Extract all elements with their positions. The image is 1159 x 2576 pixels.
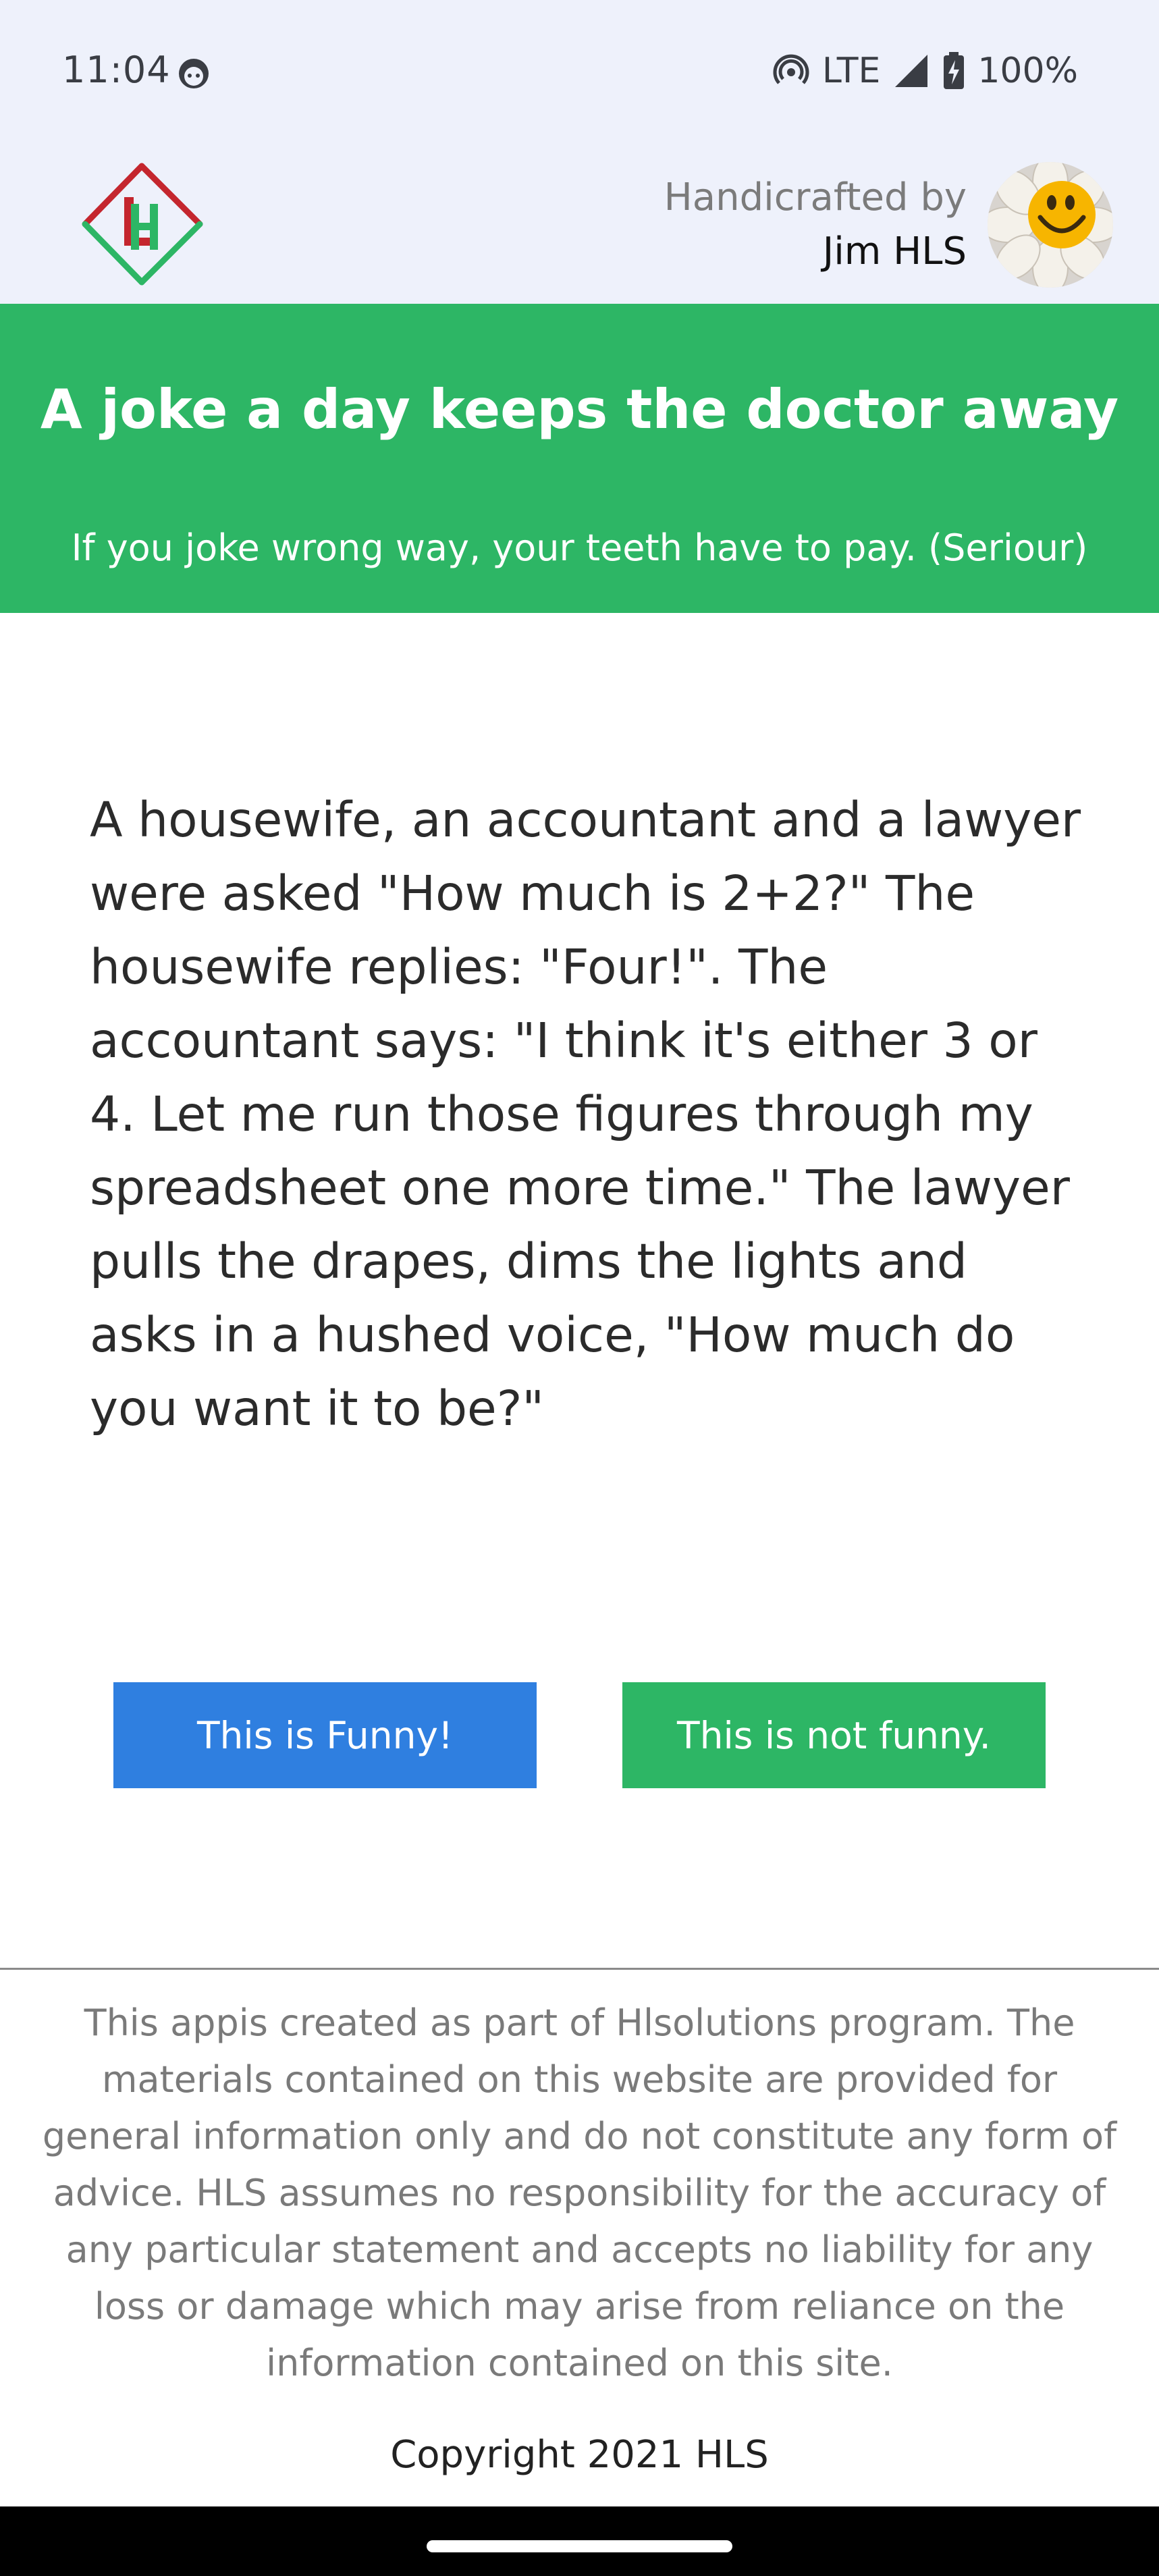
credit-label: Handicrafted by — [664, 176, 967, 219]
credit: Handicrafted by Jim HLS — [664, 171, 967, 279]
copyright: Copyright 2021 HLS — [390, 2433, 769, 2477]
hl-logo-icon[interactable] — [80, 162, 205, 287]
battery-charging-icon — [944, 52, 965, 89]
joke-text: A housewife, an accountant and a lawyer … — [90, 792, 1081, 1437]
not-funny-button[interactable]: This is not funny. — [622, 1682, 1046, 1788]
page-title: A joke a day keeps the doctor away — [40, 378, 1119, 441]
battery-level: 100% — [977, 51, 1078, 91]
status-indicators: LTE 100% — [772, 47, 1078, 95]
avatar[interactable] — [988, 162, 1113, 288]
face-icon — [179, 59, 209, 88]
funny-button[interactable]: This is Funny! — [113, 1682, 537, 1788]
footer-divider — [0, 1968, 1159, 1970]
home-gesture-handle[interactable] — [427, 2540, 732, 2552]
network-label: LTE — [821, 51, 881, 91]
hotspot-icon — [773, 54, 809, 84]
signal-icon — [895, 55, 928, 87]
navigation-bar — [0, 2506, 1159, 2576]
status-time: 11:04 — [62, 49, 171, 91]
app-header: Handicrafted by Jim HLS — [0, 149, 1159, 304]
disclaimer-text: This appis created as part of Hlsolution… — [42, 2002, 1117, 2384]
title-banner: A joke a day keeps the doctor away If yo… — [0, 304, 1159, 613]
page-subtitle: If you joke wrong way, your teeth have t… — [71, 527, 1088, 569]
author-name: Jim HLS — [822, 230, 967, 273]
status-bar: 11:04 LTE 100% — [0, 0, 1159, 149]
